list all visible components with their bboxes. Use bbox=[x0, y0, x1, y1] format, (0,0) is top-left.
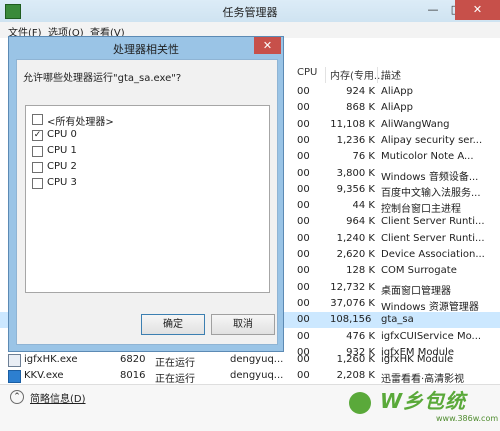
process-description: Client Server Runti... bbox=[381, 216, 485, 228]
process-memory: 3,800 K bbox=[336, 167, 375, 179]
process-description: igfxCUIService Mo... bbox=[381, 330, 482, 342]
checkbox[interactable] bbox=[32, 114, 43, 125]
process-description: 百度中文输入法服务... bbox=[381, 187, 481, 199]
option-label: CPU 0 bbox=[47, 129, 77, 140]
process-icon bbox=[8, 370, 21, 383]
checkbox[interactable] bbox=[32, 178, 43, 189]
column-header-cpu[interactable]: CPU bbox=[297, 67, 317, 83]
process-cpu: 00 bbox=[297, 118, 310, 130]
process-description: 迅雷看看·高清影视 bbox=[381, 374, 465, 385]
process-cpu: 00 bbox=[297, 265, 310, 277]
option-label: CPU 1 bbox=[47, 145, 77, 156]
process-memory: 476 K bbox=[346, 330, 375, 342]
title-bar: 任务管理器 — □ ✕ bbox=[0, 0, 500, 23]
process-description: AliWangWang bbox=[381, 118, 450, 130]
ok-button[interactable]: 确定 bbox=[141, 314, 205, 335]
checkbox[interactable] bbox=[32, 162, 43, 173]
process-description: gta_sa bbox=[381, 314, 414, 326]
process-description: Device Association... bbox=[381, 249, 485, 260]
chevron-up-icon[interactable]: ⌃ bbox=[10, 390, 24, 404]
process-description: Muticolor Note A... bbox=[381, 151, 474, 163]
cancel-button[interactable]: 取消 bbox=[211, 314, 275, 335]
process-description: Windows 音频设备... bbox=[381, 171, 479, 183]
process-name: igfxHK.exe bbox=[24, 354, 78, 365]
column-divider bbox=[325, 67, 326, 83]
process-cpu: 00 bbox=[297, 216, 310, 228]
process-cpu: 00 bbox=[297, 183, 310, 195]
process-description: AliApp bbox=[381, 86, 413, 97]
process-memory: 44 K bbox=[352, 200, 375, 212]
process-description: Alipay security ser... bbox=[381, 134, 483, 146]
process-description: 控制台窗口主进程 bbox=[381, 204, 461, 216]
dialog-title: 处理器相关性 bbox=[113, 43, 179, 56]
process-memory: 2,620 K bbox=[336, 249, 375, 260]
process-memory: 924 K bbox=[346, 86, 375, 97]
process-memory: 128 K bbox=[346, 265, 375, 277]
process-memory: 868 K bbox=[346, 102, 375, 114]
dialog-close-button[interactable]: ✕ bbox=[254, 37, 281, 54]
process-cpu: 00 bbox=[297, 297, 310, 309]
process-status: 正在运行 bbox=[155, 374, 195, 385]
process-memory: 2,208 K bbox=[336, 370, 375, 381]
option-label: CPU 2 bbox=[47, 161, 77, 172]
process-cpu: 00 bbox=[297, 330, 310, 342]
watermark-url: www.386w.com bbox=[436, 414, 499, 423]
process-memory: 1,260 K bbox=[336, 354, 375, 365]
process-memory: 76 K bbox=[352, 151, 375, 163]
process-description: AliApp bbox=[381, 102, 413, 114]
process-description: 桌面窗口管理器 bbox=[381, 285, 451, 297]
process-memory: 9,356 K bbox=[336, 183, 375, 195]
process-cpu: 00 bbox=[297, 134, 310, 146]
process-memory: 1,236 K bbox=[336, 134, 375, 146]
close-button[interactable]: ✕ bbox=[455, 0, 500, 20]
option-label: CPU 3 bbox=[47, 177, 77, 188]
dialog-body: 允许哪些处理器运行"gta_sa.exe"? <所有处理器> ✓ CPU 0 C… bbox=[16, 59, 278, 345]
option-label: <所有处理器> bbox=[47, 117, 114, 128]
dialog-prompt: 允许哪些处理器运行"gta_sa.exe"? bbox=[23, 73, 182, 84]
column-header-description[interactable]: 描述 bbox=[381, 67, 401, 83]
checkbox[interactable] bbox=[32, 146, 43, 157]
process-cpu: 00 bbox=[297, 151, 310, 163]
process-cpu: 00 bbox=[297, 167, 310, 179]
process-memory: 1,240 K bbox=[336, 232, 375, 244]
process-cpu: 00 bbox=[297, 200, 310, 212]
processor-list: <所有处理器> ✓ CPU 0 CPU 1 CPU 2 CPU 3 bbox=[25, 105, 270, 293]
watermark-text: W乡包统 bbox=[380, 389, 467, 413]
process-cpu: 00 bbox=[297, 86, 310, 97]
process-cpu: 00 bbox=[297, 249, 310, 260]
fewer-details-link[interactable]: 简略信息(D) bbox=[30, 390, 86, 405]
process-status: 正在运行 bbox=[155, 358, 195, 369]
process-cpu: 00 bbox=[297, 314, 310, 326]
minimize-button[interactable]: — bbox=[420, 0, 446, 20]
process-memory: 964 K bbox=[346, 216, 375, 228]
table-row[interactable]: igfxHK.exe 6820 正在运行 dengyuq... 00 1,260… bbox=[0, 352, 500, 369]
process-cpu: 00 bbox=[297, 232, 310, 244]
process-description: igfxHK Module bbox=[381, 354, 454, 365]
process-pid: 6820 bbox=[120, 354, 146, 365]
process-pid: 8016 bbox=[120, 370, 146, 381]
process-cpu: 00 bbox=[297, 102, 310, 114]
process-cpu: 00 bbox=[297, 370, 310, 381]
watermark-logo-icon bbox=[349, 392, 371, 414]
process-memory: 108,156 K bbox=[330, 314, 375, 326]
process-memory: 11,108 K bbox=[330, 118, 375, 130]
process-memory: 37,076 K bbox=[330, 297, 375, 309]
process-user: dengyuq... bbox=[230, 354, 284, 365]
column-divider bbox=[377, 67, 378, 83]
process-description: Windows 资源管理器 bbox=[381, 301, 479, 313]
checkbox[interactable]: ✓ bbox=[32, 130, 43, 141]
process-name: KKV.exe bbox=[24, 370, 64, 381]
processor-affinity-dialog: 处理器相关性 ✕ 允许哪些处理器运行"gta_sa.exe"? <所有处理器> … bbox=[8, 36, 284, 352]
process-user: dengyuq... bbox=[230, 370, 284, 381]
process-icon bbox=[8, 354, 21, 367]
table-row[interactable]: KKV.exe 8016 正在运行 dengyuq... 00 2,208 K … bbox=[0, 368, 500, 385]
process-cpu: 00 bbox=[297, 354, 310, 365]
process-memory: 12,732 K bbox=[330, 281, 375, 293]
process-cpu: 00 bbox=[297, 281, 310, 293]
column-header-memory[interactable]: 内存(专用... bbox=[330, 67, 383, 83]
process-description: COM Surrogate bbox=[381, 265, 457, 277]
process-description: Client Server Runti... bbox=[381, 232, 485, 244]
